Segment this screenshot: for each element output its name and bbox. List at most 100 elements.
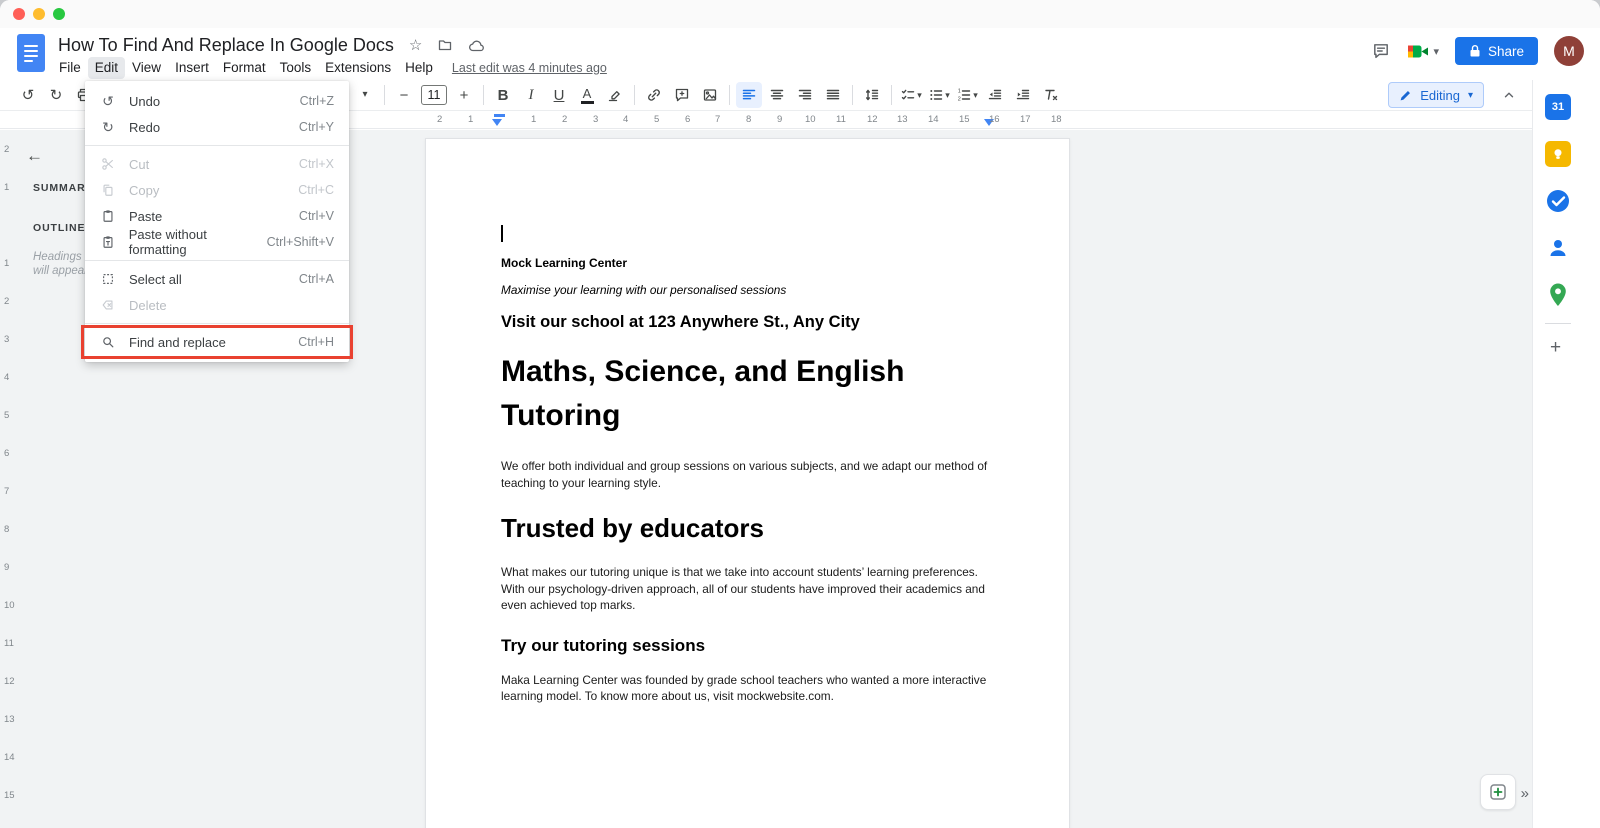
ruler-number: 13: [4, 714, 15, 725]
menu-item-cut[interactable]: Cut Ctrl+X: [85, 151, 349, 177]
doc-section-paragraph-1[interactable]: What makes our tutoring unique is that w…: [501, 564, 993, 614]
cut-icon: [98, 157, 118, 171]
undo-button[interactable]: ↺: [15, 82, 41, 108]
align-left-button[interactable]: [736, 82, 762, 108]
editing-mode-button[interactable]: Editing ▾: [1388, 82, 1484, 108]
header: How To Find And Replace In Google Docs ☆…: [0, 28, 1600, 80]
menu-extensions[interactable]: Extensions: [318, 57, 398, 79]
side-panel-rail: 31 +: [1532, 80, 1600, 828]
star-icon[interactable]: ☆: [409, 38, 422, 53]
menu-file[interactable]: File: [52, 57, 88, 79]
share-button[interactable]: Share: [1454, 37, 1538, 65]
menu-edit[interactable]: Edit: [87, 57, 126, 79]
menu-item-shortcut: Ctrl+H: [298, 335, 334, 349]
doc-section-heading-2[interactable]: Try our tutoring sessions: [501, 636, 994, 656]
insert-link-button[interactable]: [641, 82, 667, 108]
bulleted-list-dropdown-arrow[interactable]: ▾: [945, 90, 950, 100]
underline-button[interactable]: U: [546, 82, 572, 108]
increase-indent-button[interactable]: [1010, 82, 1036, 108]
move-folder-icon[interactable]: [437, 37, 453, 53]
menu-item-find-and-replace[interactable]: Find and replace Ctrl+H: [85, 329, 349, 355]
checklist-button[interactable]: ▾: [898, 82, 924, 108]
bold-button[interactable]: B: [490, 82, 516, 108]
checklist-dropdown-arrow[interactable]: ▾: [917, 90, 922, 100]
menu-item-delete[interactable]: Delete: [85, 292, 349, 318]
google-docs-logo-icon[interactable]: [17, 34, 45, 72]
menu-item-paste[interactable]: Paste Ctrl+V: [85, 203, 349, 229]
hide-side-panel-chevron[interactable]: »: [1521, 785, 1529, 802]
comment-history-icon[interactable]: [1371, 42, 1391, 60]
doc-tagline[interactable]: Maximise your learning with our personal…: [501, 283, 994, 297]
clear-formatting-button[interactable]: [1038, 82, 1064, 108]
bulleted-list-button[interactable]: ▾: [926, 82, 952, 108]
maps-icon[interactable]: [1543, 280, 1573, 310]
menu-insert[interactable]: Insert: [168, 57, 216, 79]
zoom-window-button[interactable]: [53, 8, 65, 20]
document-page[interactable]: Mock Learning Center Maximise your learn…: [425, 138, 1070, 828]
menu-item-redo[interactable]: ↻ Redo Ctrl+Y: [85, 114, 349, 140]
menu-item-select-all[interactable]: Select all Ctrl+A: [85, 266, 349, 292]
doc-section-heading-1[interactable]: Trusted by educators: [501, 513, 994, 544]
menu-item-label: Undo: [129, 93, 161, 109]
pencil-icon: [1400, 90, 1411, 100]
align-center-button[interactable]: [764, 82, 790, 108]
contacts-icon[interactable]: [1543, 233, 1573, 263]
first-line-indent-marker[interactable]: [494, 114, 505, 117]
increase-font-size-button[interactable]: +: [451, 82, 477, 108]
decrease-indent-button[interactable]: [982, 82, 1008, 108]
text-color-button[interactable]: A: [574, 82, 600, 108]
menu-tools[interactable]: Tools: [273, 57, 319, 79]
doc-section-paragraph-2[interactable]: Maka Learning Center was founded by grad…: [501, 672, 993, 705]
menu-item-label: Redo: [129, 119, 161, 135]
align-right-button[interactable]: [792, 82, 818, 108]
line-spacing-button[interactable]: [859, 82, 885, 108]
outline-hint-line2: will appear: [33, 265, 88, 277]
ruler-number: 9: [777, 114, 783, 125]
menu-help[interactable]: Help: [398, 57, 440, 79]
add-comment-button[interactable]: [669, 82, 695, 108]
editing-mode-label: Editing: [1420, 87, 1460, 103]
doc-intro-paragraph[interactable]: We offer both individual and group sessi…: [501, 458, 993, 491]
collapse-toolbar-button[interactable]: [1496, 82, 1522, 108]
keep-icon[interactable]: [1543, 139, 1573, 169]
minimize-window-button[interactable]: [33, 8, 45, 20]
meet-join-button[interactable]: ▾: [1407, 43, 1439, 60]
decrease-font-size-button[interactable]: −: [391, 82, 417, 108]
numbered-list-dropdown-arrow[interactable]: ▾: [973, 90, 978, 100]
close-outline-button[interactable]: ←: [26, 146, 43, 166]
numbered-list-button[interactable]: 1 2 ▾: [954, 82, 980, 108]
font-dropdown-arrow[interactable]: ▾: [352, 82, 378, 108]
menu-item-paste-without-formatting[interactable]: Paste without formatting Ctrl+Shift+V: [85, 227, 349, 257]
highlight-color-button[interactable]: [602, 82, 628, 108]
get-add-ons-button[interactable]: +: [1550, 337, 1561, 359]
account-avatar[interactable]: M: [1554, 36, 1584, 66]
ruler-number: 17: [1020, 114, 1031, 125]
document-title[interactable]: How To Find And Replace In Google Docs: [58, 35, 394, 56]
titlebar: [0, 0, 1600, 28]
left-margin-marker[interactable]: [492, 119, 502, 126]
vertical-ruler[interactable]: 2 1 1 2 3 4 5 6 7 8 9 10 11 12 13 14 15: [0, 130, 16, 828]
menu-view[interactable]: View: [125, 57, 168, 79]
menu-format[interactable]: Format: [216, 57, 273, 79]
calendar-icon[interactable]: 31: [1543, 92, 1573, 122]
menu-item-undo[interactable]: ↺ Undo Ctrl+Z: [85, 88, 349, 114]
ruler-number: 16: [989, 114, 1000, 125]
last-edit-status[interactable]: Last edit was 4 minutes ago: [452, 61, 607, 75]
close-window-button[interactable]: [13, 8, 25, 20]
doc-location-heading[interactable]: Visit our school at 123 Anywhere St., An…: [501, 313, 994, 332]
quick-add-button[interactable]: [1480, 774, 1516, 810]
redo-button[interactable]: ↻: [43, 82, 69, 108]
justify-button[interactable]: [820, 82, 846, 108]
font-size-input[interactable]: 11: [421, 85, 447, 105]
ruler-number: 12: [4, 676, 15, 687]
meet-dropdown-arrow[interactable]: ▾: [1433, 45, 1439, 58]
cloud-status-icon[interactable]: [468, 38, 485, 53]
tasks-icon[interactable]: [1543, 186, 1573, 216]
outline-hint-text: Headings t will appear: [33, 250, 88, 278]
doc-company-name[interactable]: Mock Learning Center: [501, 256, 994, 270]
insert-image-button[interactable]: [697, 82, 723, 108]
doc-main-title[interactable]: Maths, Science, and English Tutoring: [501, 350, 971, 438]
menu-item-label: Copy: [129, 182, 160, 198]
italic-button[interactable]: I: [518, 82, 544, 108]
menu-item-copy[interactable]: Copy Ctrl+C: [85, 177, 349, 203]
